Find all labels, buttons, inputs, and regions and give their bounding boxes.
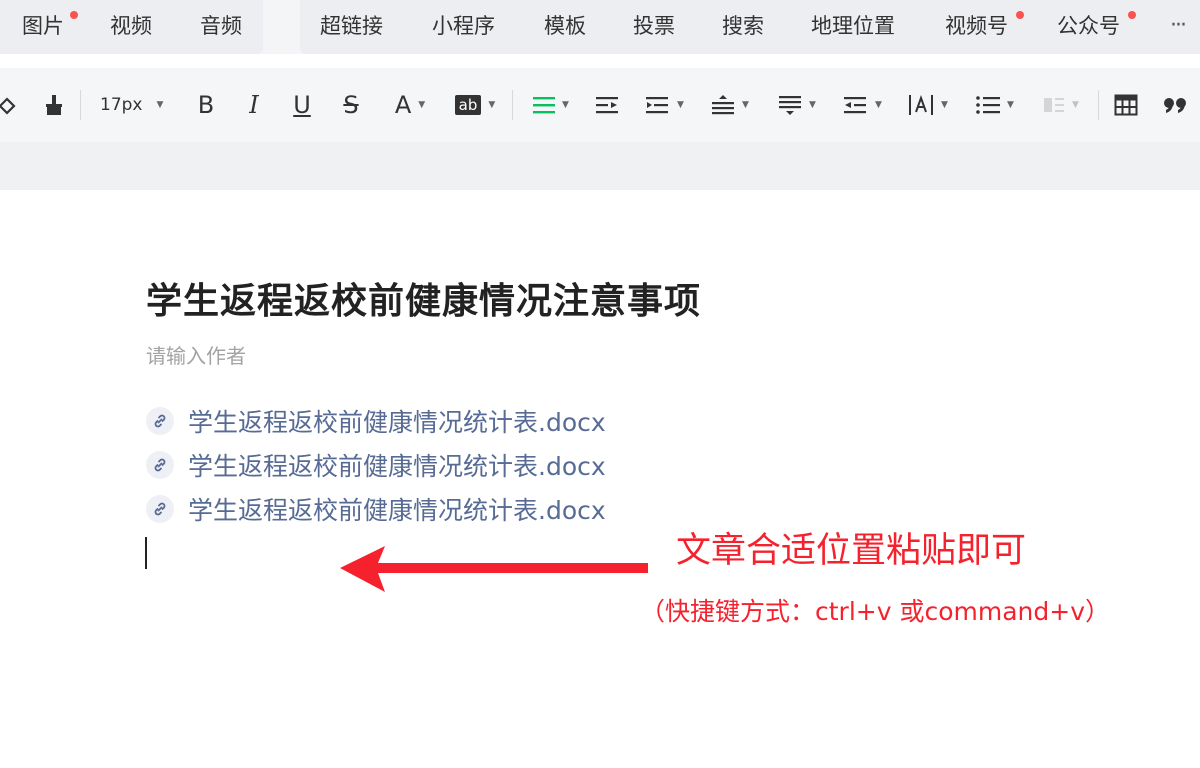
background-color-button[interactable]: ab ▼ — [452, 68, 498, 142]
outdent-button[interactable]: ▼ — [840, 68, 886, 142]
paragraph-spacing-icon — [779, 96, 802, 115]
format-brush-icon[interactable] — [40, 68, 68, 142]
underline-button[interactable]: U — [288, 68, 316, 142]
align-button[interactable]: ▼ — [528, 68, 574, 142]
insert-vote-button[interactable]: 投票 — [633, 0, 675, 54]
attachment-link[interactable]: 学生返程返校前健康情况统计表.docx — [146, 449, 606, 481]
insert-menu-bar: 图片 视频 音频 超链接 小程序 模板 投票 搜索 地理位置 视频号 公众号 ·… — [0, 0, 1200, 54]
red-arrow-annotation — [340, 546, 648, 592]
list-icon — [976, 96, 1001, 114]
article-title-input[interactable]: 学生返程返校前健康情况注意事项 — [146, 272, 701, 324]
chevron-down-icon: ▼ — [1072, 100, 1079, 110]
letter-spacing-button[interactable]: ▼ — [905, 68, 951, 142]
chevron-down-icon: ▼ — [677, 100, 684, 110]
eraser-icon[interactable] — [0, 68, 20, 142]
first-line-indent-button[interactable]: ▼ — [642, 68, 688, 142]
toolbar-divider — [512, 90, 513, 120]
author-input[interactable]: 请输入作者 — [146, 340, 246, 369]
quote-icon — [1164, 98, 1186, 113]
chevron-down-icon: ▼ — [742, 100, 749, 110]
attachment-link[interactable]: 学生返程返校前健康情况统计表.docx — [146, 493, 606, 525]
official-account-new-badge — [1128, 11, 1136, 19]
chevron-down-icon: ▼ — [488, 100, 496, 110]
link-icon — [146, 451, 174, 479]
chevron-down-icon: ▼ — [875, 100, 882, 110]
quote-button[interactable] — [1160, 68, 1190, 142]
chevron-down-icon: ▼ — [418, 100, 426, 110]
toolbar-divider — [1098, 90, 1099, 120]
annotation-main-text: 文章合适位置粘贴即可 — [676, 531, 1027, 571]
toolbar-divider — [80, 90, 81, 120]
line-height-icon — [712, 95, 735, 115]
bold-button[interactable]: B — [192, 68, 220, 142]
chevron-down-icon: ▼ — [941, 100, 948, 110]
image-new-badge — [70, 11, 78, 19]
attachment-filename: 学生返程返校前健康情况统计表.docx — [188, 408, 606, 437]
insert-hyperlink-button[interactable]: 超链接 — [320, 0, 383, 54]
indent-icon — [596, 97, 618, 114]
list-button[interactable]: ▼ — [972, 68, 1018, 142]
chevron-down-icon: ▼ — [156, 100, 164, 110]
font-color-button[interactable]: A ▼ — [388, 68, 432, 142]
insert-image-button[interactable]: 图片 — [22, 0, 64, 54]
format-toolbar: 17px ▼ B I U S A ▼ ab ▼ ▼ ▼ ▼ ▼ ▼ ▼ ▼ ▼ — [0, 68, 1200, 142]
attachment-link[interactable]: 学生返程返校前健康情况统计表.docx — [146, 405, 606, 437]
font-size-value: 17px — [100, 95, 143, 115]
insert-search-button[interactable]: 搜索 — [722, 0, 764, 54]
column-icon — [1044, 98, 1065, 112]
annotation-shortcut-text: （快捷键方式：ctrl+v 或command+v） — [640, 597, 1110, 626]
letter-spacing-icon — [909, 95, 934, 115]
insert-video-button[interactable]: 视频 — [110, 0, 152, 54]
attachment-filename: 学生返程返校前健康情况统计表.docx — [188, 496, 606, 525]
indent-button[interactable] — [594, 68, 622, 142]
link-icon — [146, 495, 174, 523]
line-height-button[interactable]: ▼ — [707, 68, 753, 142]
italic-button[interactable]: I — [240, 68, 268, 142]
channels-new-badge — [1016, 11, 1024, 19]
insert-location-button[interactable]: 地理位置 — [811, 0, 895, 54]
chevron-down-icon: ▼ — [562, 100, 569, 110]
table-button[interactable] — [1112, 68, 1140, 142]
align-icon — [533, 97, 556, 114]
chevron-down-icon: ▼ — [1007, 100, 1014, 110]
more-icon[interactable]: ··· — [1170, 0, 1187, 54]
chevron-down-icon: ▼ — [809, 100, 816, 110]
first-line-indent-icon — [646, 97, 669, 114]
attachment-filename: 学生返程返校前健康情况统计表.docx — [188, 452, 606, 481]
column-button[interactable]: ▼ — [1038, 68, 1084, 142]
strikethrough-button[interactable]: S — [337, 68, 365, 142]
insert-official-account-button[interactable]: 公众号 — [1057, 0, 1120, 54]
text-cursor — [145, 537, 147, 569]
link-icon — [146, 407, 174, 435]
insert-template-button[interactable]: 模板 — [544, 0, 586, 54]
paragraph-spacing-button[interactable]: ▼ — [774, 68, 820, 142]
outdent-icon — [844, 97, 867, 114]
toolbar-secondary-bar — [0, 142, 1200, 190]
insert-audio-button[interactable]: 音频 — [200, 0, 242, 54]
font-size-select[interactable]: 17px ▼ — [100, 68, 174, 142]
insert-channels-button[interactable]: 视频号 — [945, 0, 1008, 54]
insert-miniprogram-button[interactable]: 小程序 — [432, 0, 495, 54]
table-icon — [1114, 94, 1138, 116]
